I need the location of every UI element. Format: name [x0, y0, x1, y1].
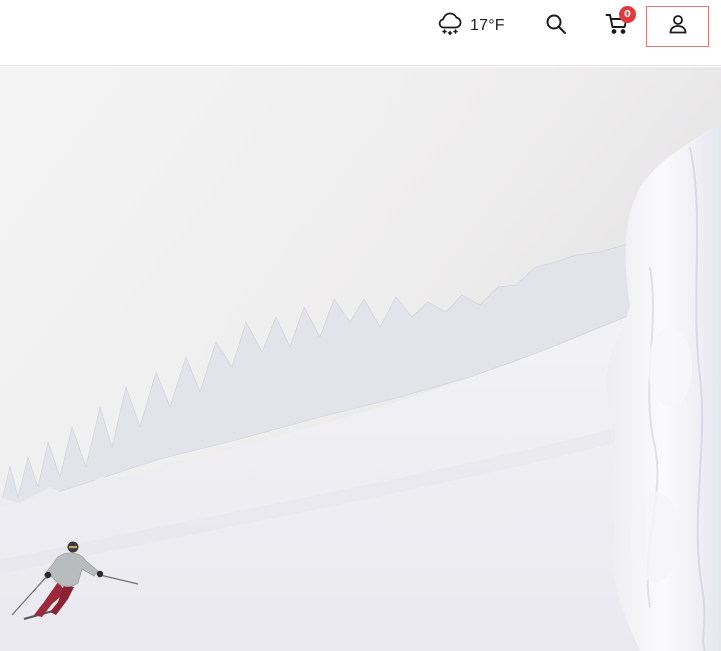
- site-header: 17°F 0: [0, 0, 721, 66]
- user-icon: [668, 14, 688, 39]
- weather-temperature: 17°F: [470, 17, 505, 34]
- search-icon: [545, 13, 567, 40]
- hero-image: [0, 67, 721, 651]
- account-button[interactable]: [646, 6, 709, 47]
- skier-scene: [0, 67, 721, 651]
- cart-count-badge: 0: [619, 6, 636, 23]
- weather-widget[interactable]: 17°F: [436, 11, 505, 41]
- search-button[interactable]: [540, 10, 572, 42]
- snow-cloud-icon: [436, 10, 464, 43]
